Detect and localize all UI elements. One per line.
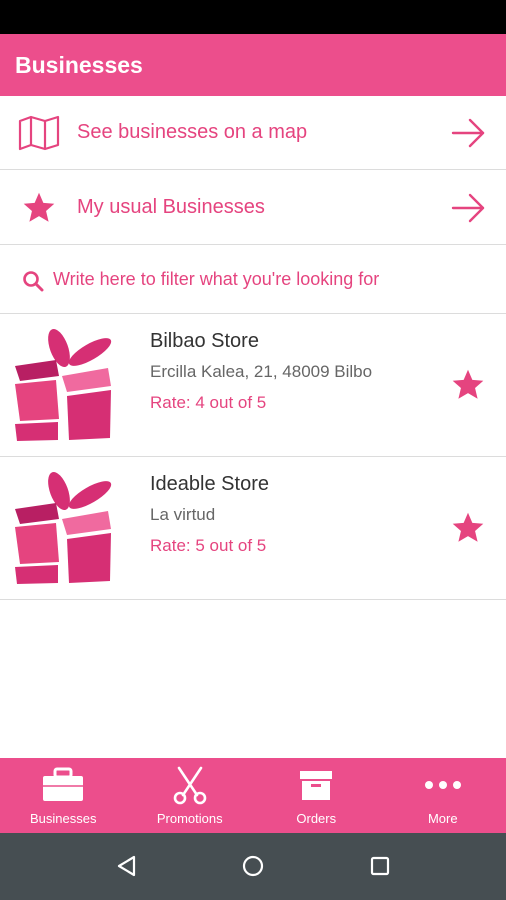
back-icon[interactable] <box>114 853 140 879</box>
favorite-star-icon[interactable] <box>450 510 486 546</box>
bottom-nav: Businesses Promotions Orders More <box>0 758 506 833</box>
nav-businesses[interactable]: Businesses <box>0 758 127 833</box>
arrow-right-icon <box>451 193 485 222</box>
nav-businesses-label: Businesses <box>30 811 97 826</box>
nav-promotions-label: Promotions <box>156 811 223 826</box>
business-name: Ideable Store <box>150 473 269 495</box>
business-name: Bilbao Store <box>150 330 259 352</box>
arrow-right-icon <box>451 118 485 147</box>
star-icon <box>18 187 60 229</box>
business-address: Ercilla Kalea, 21, 48009 Bilbo <box>150 362 373 381</box>
map-icon <box>18 112 60 154</box>
app-bar: Businesses <box>0 34 506 96</box>
see-businesses-map-row[interactable]: See businesses on a map <box>0 96 506 170</box>
search-icon <box>23 271 44 292</box>
my-usual-businesses-row[interactable]: My usual Businesses <box>0 171 506 245</box>
nav-orders-label: Orders <box>296 811 337 826</box>
business-list-item[interactable]: Bilbao Store Ercilla Kalea, 21, 48009 Bi… <box>0 314 506 457</box>
search-input[interactable]: Write here to filter what you're looking… <box>0 246 506 314</box>
nav-orders[interactable]: Orders <box>253 758 380 833</box>
gift-icon <box>15 328 112 441</box>
search-placeholder: Write here to filter what you're looking… <box>53 269 380 289</box>
see-businesses-map-label: See businesses on a map <box>77 121 308 143</box>
system-nav-bar <box>0 833 506 900</box>
business-rate: Rate: 5 out of 5 <box>150 536 267 555</box>
gift-icon <box>15 471 112 584</box>
more-dots-icon <box>421 765 465 805</box>
my-usual-businesses-label: My usual Businesses <box>77 196 265 218</box>
briefcase-icon <box>41 765 85 805</box>
business-address: La virtud <box>150 505 216 524</box>
nav-more[interactable]: More <box>380 758 506 833</box>
page-title: Businesses <box>15 51 143 78</box>
status-bar <box>0 0 506 34</box>
business-list-item[interactable]: Ideable Store La virtud Rate: 5 out of 5 <box>0 457 506 600</box>
archive-box-icon <box>294 765 338 805</box>
home-icon[interactable] <box>240 853 266 879</box>
business-rate: Rate: 4 out of 5 <box>150 393 267 412</box>
recents-icon[interactable] <box>367 853 393 879</box>
nav-more-label: More <box>427 811 458 826</box>
scissors-icon <box>168 765 212 805</box>
favorite-star-icon[interactable] <box>450 367 486 403</box>
nav-promotions[interactable]: Promotions <box>127 758 254 833</box>
